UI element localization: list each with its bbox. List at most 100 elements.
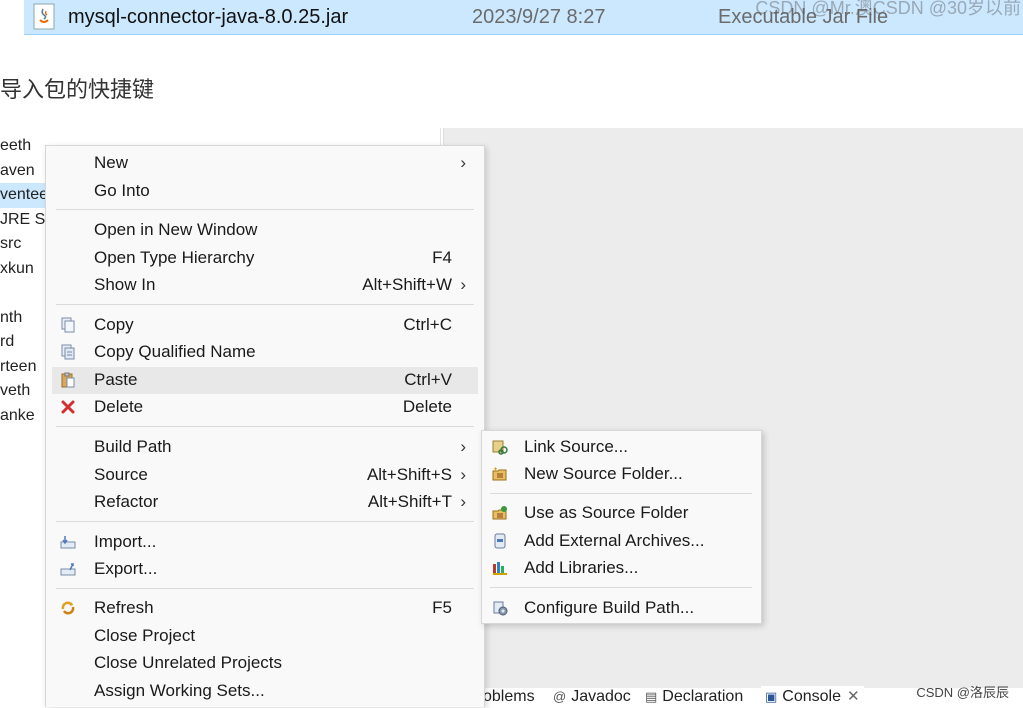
context-menu: New › Go Into Open in New Window Open Ty…: [45, 145, 485, 707]
menu-item-build-path[interactable]: Build Path ›: [46, 434, 484, 461]
menu-item-label: Open Type Hierarchy: [94, 248, 255, 267]
tab-console[interactable]: ▣ Console ✕: [761, 686, 864, 706]
menu-item-copy-qualified-name[interactable]: Copy Qualified Name: [46, 339, 484, 366]
chevron-right-icon: ›: [460, 437, 466, 456]
menu-item-label: Link Source...: [524, 437, 628, 456]
menu-item-export[interactable]: Export...: [46, 556, 484, 583]
tree-item[interactable]: anke: [0, 404, 45, 429]
menu-item-go-into[interactable]: Go Into: [46, 178, 484, 205]
menu-separator: [56, 588, 474, 589]
tab-declaration[interactable]: ▤ Declaration: [645, 686, 743, 706]
tree-item[interactable]: rd: [0, 330, 45, 355]
menu-item-close-project[interactable]: Close Project: [46, 623, 484, 650]
chevron-right-icon: ›: [460, 492, 466, 511]
menu-separator: [56, 209, 474, 210]
menu-item-label: New: [94, 153, 129, 172]
menu-item-label: Source: [94, 465, 148, 484]
tree-item[interactable]: eeth: [0, 134, 45, 159]
paste-icon: [61, 372, 75, 388]
menu-item-paste[interactable]: Paste Ctrl+V: [52, 367, 478, 394]
menu-separator: [490, 587, 752, 588]
tab-declaration-label: Declaration: [662, 688, 744, 705]
menu-item-label: Refactor: [94, 492, 159, 511]
tree-item[interactable]: JRE Sy: [0, 208, 45, 233]
tree-item-selected[interactable]: venteen: [0, 183, 45, 208]
tab-javadoc[interactable]: @ Javadoc: [553, 686, 631, 706]
menu-item-open-type-hierarchy[interactable]: Open Type Hierarchy F4: [46, 245, 484, 272]
copy-icon: [61, 317, 75, 333]
menu-item-label: Delete: [94, 397, 144, 416]
refresh-icon: [61, 601, 75, 615]
tree-item[interactable]: aven: [0, 159, 45, 184]
menu-item-label: Add Libraries...: [524, 558, 639, 577]
submenu-item-new-source-folder[interactable]: ✦ New Source Folder...: [482, 461, 761, 488]
menu-item-shortcut: Alt+Shift+T: [367, 492, 452, 511]
menu-separator: [56, 426, 474, 427]
menu-item-label: Configure Build Path...: [524, 598, 695, 617]
menu-item-close-unrelated-projects[interactable]: Close Unrelated Projects: [46, 650, 484, 677]
menu-item-show-in[interactable]: Show In Alt+Shift+W ›: [46, 272, 484, 299]
page-heading: 导入包的快捷键: [0, 77, 155, 102]
menu-item-shortcut: Ctrl+C: [403, 315, 452, 334]
export-icon: [60, 563, 76, 576]
menu-item-label: Show In: [94, 275, 156, 294]
use-source-folder-icon: [492, 506, 507, 520]
menu-item-copy[interactable]: Copy Ctrl+C: [46, 312, 484, 339]
tree-item[interactable]: veth: [0, 379, 45, 404]
submenu-item-use-as-source-folder[interactable]: Use as Source Folder: [482, 500, 761, 527]
menu-item-label: Add External Archives...: [524, 531, 705, 550]
javadoc-icon: @: [553, 689, 567, 704]
tab-problems[interactable]: oblems: [483, 686, 535, 706]
menu-item-label: Refresh: [94, 598, 154, 617]
menu-item-source[interactable]: Source Alt+Shift+S ›: [46, 462, 484, 489]
tree-item[interactable]: src: [0, 232, 45, 257]
tab-problems-label: oblems: [483, 688, 535, 705]
tree-item[interactable]: xkun: [0, 257, 45, 282]
menu-item-label: New Source Folder...: [524, 464, 683, 483]
jar-file-icon: [33, 3, 55, 30]
copy-qualified-icon: [61, 344, 75, 360]
chevron-right-icon: ›: [460, 275, 466, 294]
submenu-item-configure-build-path[interactable]: Configure Build Path...: [482, 595, 761, 622]
menu-item-label: Import...: [94, 532, 157, 551]
submenu-item-add-external-archives[interactable]: Add External Archives...: [482, 528, 761, 555]
menu-item-label: Copy Qualified Name: [94, 342, 256, 361]
menu-item-label: Paste: [94, 370, 138, 389]
menu-item-shortcut: Alt+Shift+W: [362, 275, 452, 294]
file-name: mysql-connector-java-8.0.25.jar: [68, 6, 349, 28]
menu-item-shortcut: F5: [432, 598, 452, 617]
menu-item-label: Build Path: [94, 437, 172, 456]
submenu-item-link-source[interactable]: Link Source...: [482, 434, 761, 461]
tab-console-label: Console: [782, 688, 841, 705]
menu-item-label: Open in New Window: [94, 220, 258, 239]
tree-item[interactable]: nth: [0, 306, 45, 331]
watermark-top: CSDN @Mr.澳CSDN @30岁以前: [755, 0, 1021, 18]
menu-item-new[interactable]: New ›: [46, 150, 484, 177]
menu-separator: [56, 304, 474, 305]
link-source-icon: [492, 440, 508, 455]
menu-item-assign-working-sets[interactable]: Assign Working Sets...: [46, 678, 484, 705]
console-icon: ▣: [765, 689, 778, 704]
menu-item-delete[interactable]: Delete Delete: [46, 394, 484, 421]
svg-text:✦: ✦: [493, 466, 498, 473]
menu-separator: [56, 521, 474, 522]
chevron-right-icon: ›: [460, 153, 466, 172]
menu-item-label: Go Into: [94, 181, 150, 200]
menu-item-import[interactable]: Import...: [46, 529, 484, 556]
menu-item-label: Export...: [94, 559, 158, 578]
watermark-bottom: CSDN @洛辰辰: [916, 685, 1009, 700]
menu-item-refresh[interactable]: Refresh F5: [46, 595, 484, 622]
submenu-item-add-libraries[interactable]: Add Libraries...: [482, 555, 761, 582]
menu-separator: [490, 493, 752, 494]
declaration-icon: ▤: [645, 689, 658, 704]
close-icon[interactable]: ✕: [847, 688, 860, 705]
menu-item-refactor[interactable]: Refactor Alt+Shift+T ›: [46, 489, 484, 516]
add-libraries-icon: [493, 562, 507, 575]
tree-gap: [0, 281, 45, 306]
menu-item-shortcut: Alt+Shift+S: [366, 465, 452, 484]
menu-item-shortcut: F4: [432, 248, 452, 267]
new-source-folder-icon: ✦: [492, 466, 507, 481]
tree-item[interactable]: rteen: [0, 355, 45, 380]
menu-item-open-new-window[interactable]: Open in New Window: [46, 217, 484, 244]
menu-item-shortcut: Ctrl+V: [404, 370, 452, 389]
